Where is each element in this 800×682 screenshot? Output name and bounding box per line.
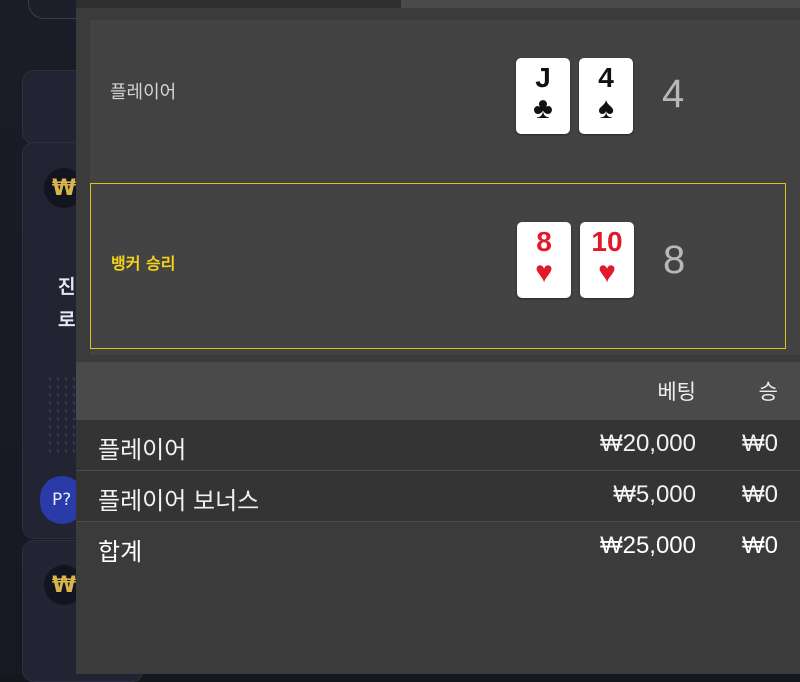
- playing-card: J ♣: [516, 58, 570, 134]
- bet-amount: ₩5,000: [613, 481, 696, 508]
- win-amount: ₩0: [742, 430, 778, 457]
- panel-top-strip: [76, 0, 800, 8]
- background-text: 진: [58, 276, 76, 298]
- playing-card: 8 ♥: [517, 222, 571, 298]
- total-label: 합계: [98, 539, 143, 566]
- banker-score: 8: [663, 238, 686, 282]
- bet-column-header: 베팅: [657, 380, 696, 404]
- card-rank: 4: [598, 62, 614, 93]
- bet-name: 플레이어: [98, 437, 187, 464]
- player-score: 4: [662, 72, 685, 116]
- spade-icon: ♠: [598, 92, 614, 125]
- club-icon: ♣: [533, 92, 553, 125]
- playing-card: 4 ♠: [579, 58, 633, 134]
- total-row: 합계 ₩25,000 ₩0: [76, 522, 800, 572]
- player-label: 플레이어: [110, 82, 177, 103]
- banker-win-label: 뱅커 승리: [111, 254, 176, 273]
- card-rank: 8: [536, 226, 552, 257]
- win-amount: ₩0: [742, 481, 778, 508]
- banker-hand-row: 뱅커 승리 8 ♥ 10 ♥ 8: [90, 183, 786, 349]
- total-win: ₩0: [742, 532, 778, 559]
- dot-pattern: [46, 375, 76, 455]
- playing-card: 10 ♥: [580, 222, 634, 298]
- table-row: 플레이어 ₩20,000 ₩0: [76, 420, 800, 472]
- background-text: 로: [58, 309, 76, 331]
- heart-icon: ♥: [535, 256, 553, 289]
- heart-icon: ♥: [598, 256, 616, 289]
- total-bet: ₩25,000: [599, 532, 696, 559]
- bet-name: 플레이어 보너스: [98, 488, 260, 515]
- card-rank: J: [535, 62, 551, 93]
- round-result-panel: 플레이어 J ♣ 4 ♠ 4 뱅커 승리 8 ♥ 10 ♥ 8 베팅 승 플레이…: [76, 0, 800, 674]
- bet-table-header: 베팅 승: [76, 362, 800, 420]
- player-hand-row: 플레이어 J ♣ 4 ♠ 4: [90, 20, 786, 175]
- card-rank: 10: [591, 226, 623, 257]
- bet-amount: ₩20,000: [599, 430, 696, 457]
- table-row: 플레이어 보너스 ₩5,000 ₩0: [76, 471, 800, 523]
- win-column-header: 승: [758, 380, 778, 404]
